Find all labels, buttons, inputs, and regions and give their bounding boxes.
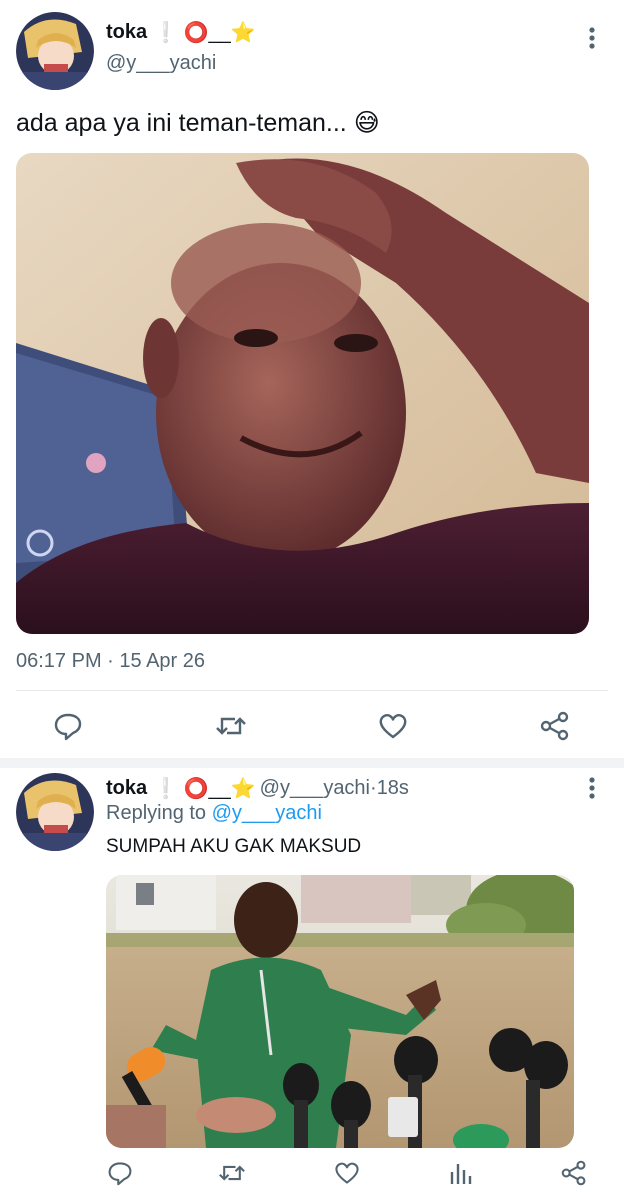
replying-prefix: Replying to [106,802,212,824]
more-options-icon[interactable] [582,26,602,50]
tweet-timestamp[interactable]: 06:17 PM · 15 Apr 26 [16,650,205,673]
tweet-photo[interactable] [106,875,574,1148]
more-options-icon[interactable] [582,776,602,800]
name-emoji: ❕ ⭕__⭐ [153,777,256,800]
like-icon[interactable] [334,1160,360,1186]
share-icon[interactable] [540,711,570,741]
display-name[interactable]: toka [106,777,147,800]
separator [0,758,624,768]
replying-to-handle[interactable]: @y___yachi [212,802,322,824]
replying-to: Replying to @y___yachi [106,802,322,825]
share-icon[interactable] [561,1160,587,1186]
user-handle[interactable]: @y___yachi [106,52,216,75]
tweet-text: ada apa ya ini teman-teman... 😅 [16,109,380,137]
avatar[interactable] [16,773,94,851]
tweet-age[interactable]: 18s [377,777,409,800]
retweet-icon[interactable] [215,711,247,741]
display-name[interactable]: toka [106,21,147,44]
name-emoji: ❕ ⭕__⭐ [153,21,256,44]
tweet-text: SUMPAH AKU GAK MAKSUD [106,836,362,857]
views-icon[interactable] [449,1160,473,1186]
reply-icon[interactable] [53,711,83,741]
like-icon[interactable] [378,711,408,741]
time-separator: · [370,776,377,799]
avatar[interactable] [16,12,94,90]
user-handle[interactable]: @y___yachi [260,777,370,800]
tweet-photo[interactable] [16,153,589,634]
reply-icon[interactable] [107,1160,133,1186]
divider [16,690,608,691]
retweet-icon[interactable] [218,1160,246,1186]
